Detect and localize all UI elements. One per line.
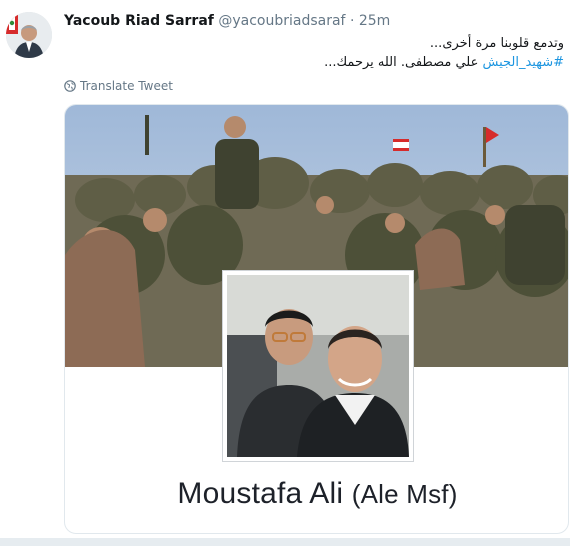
tweet-timestamp[interactable]: 25m <box>359 13 390 29</box>
translate-tweet-link[interactable]: Translate Tweet <box>64 79 173 93</box>
globe-icon <box>64 80 76 92</box>
author-handle[interactable]: @yacoubriadsaraf <box>218 13 345 29</box>
profile-nickname: (Ale Msf) <box>351 479 458 509</box>
avatar[interactable] <box>6 12 52 58</box>
tweet-media[interactable]: Moustafa Ali (Ale Msf) <box>64 104 569 534</box>
tweet-text-line-2-rest: علي مصطفى. الله يرحمك... <box>324 55 483 70</box>
tweet-text: وتدمع قلوبنا مرة أخرى... #شهيد_الجيش علي… <box>84 34 564 72</box>
tweet-header: Yacoub Riad Sarraf @yacoubriadsaraf · 25… <box>64 12 390 30</box>
translate-label: Translate Tweet <box>80 79 173 93</box>
profile-name: Moustafa Ali (Ale Msf) <box>65 477 568 511</box>
profile-full-name: Moustafa Ali <box>177 477 344 510</box>
separator-dot: · <box>349 13 355 29</box>
tweet-text-line-2: #شهيد_الجيش علي مصطفى. الله يرحمك... <box>84 53 564 72</box>
author-name[interactable]: Yacoub Riad Sarraf <box>64 13 214 29</box>
profile-photo-image <box>227 275 409 457</box>
tweet-text-line-1: وتدمع قلوبنا مرة أخرى... <box>429 36 564 51</box>
avatar-image <box>6 12 52 58</box>
tweet[interactable]: Yacoub Riad Sarraf @yacoubriadsaraf · 25… <box>0 0 570 546</box>
profile-photo <box>223 271 413 461</box>
hashtag-link[interactable]: #شهيد_الجيش <box>483 55 565 70</box>
timeline-divider <box>0 538 570 546</box>
